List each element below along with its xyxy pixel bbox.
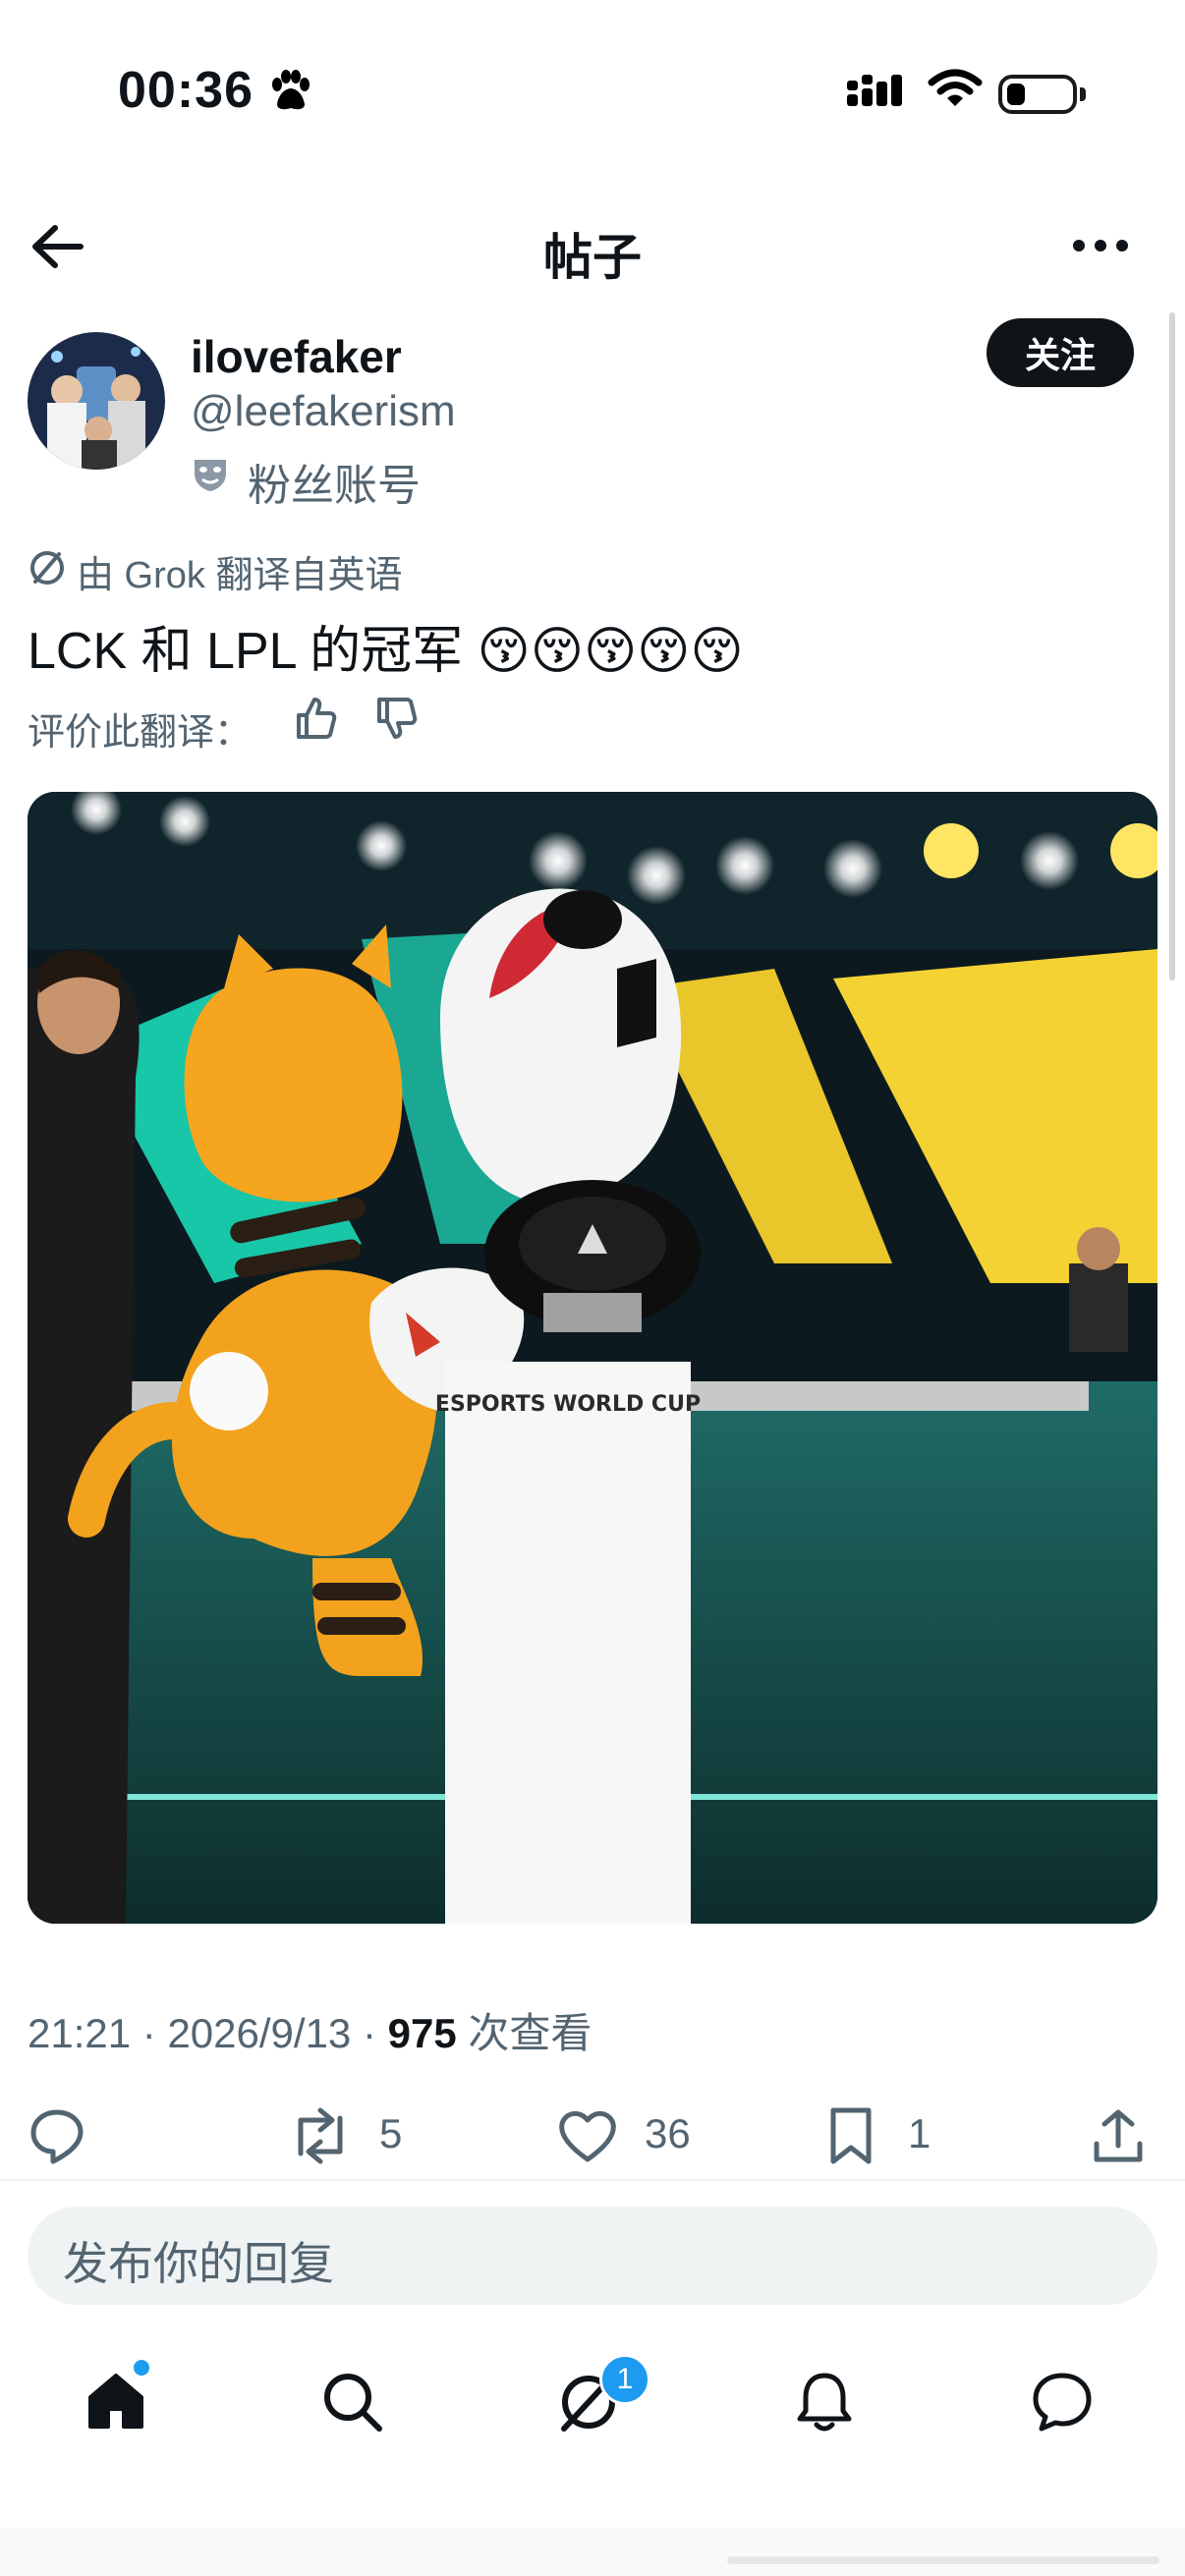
translation-label: 由 Grok 翻译自英语 (77, 555, 403, 596)
author-handle[interactable]: @leefakerism (191, 387, 456, 436)
divider (0, 2179, 1185, 2181)
heart-icon[interactable] (556, 2106, 619, 2165)
home-icon[interactable] (85, 2370, 147, 2433)
thumbs-down-icon[interactable] (373, 696, 419, 741)
scrollbar[interactable] (1169, 312, 1175, 980)
page-title: 帖子 (543, 230, 642, 285)
rate-translation-label: 评价此翻译： (28, 712, 253, 754)
signal-icon (847, 75, 902, 106)
thumbs-up-icon[interactable] (293, 696, 338, 741)
search-icon[interactable] (320, 2370, 385, 2435)
post-image[interactable]: ESPORTS WORLD CUP (28, 792, 1157, 1924)
trophy-brand-text: ESPORTS WORLD CUP (435, 1392, 701, 1417)
view-count: 975 (387, 2010, 457, 2056)
grok-icon (30, 551, 64, 585)
home-indicator[interactable] (727, 2556, 1159, 2564)
status-time: 00:36 (118, 62, 254, 119)
like-count: 36 (645, 2110, 691, 2156)
paw-icon (272, 70, 310, 110)
parody-label: 粉丝账号 (248, 462, 421, 510)
retweet-icon[interactable] (287, 2106, 354, 2165)
comment-icon[interactable] (28, 2106, 86, 2165)
retweet-count: 5 (379, 2110, 403, 2156)
parody-mask-icon (195, 460, 226, 491)
post-meta: 21:21 · 2026/9/13 · 975 次查看 (28, 2010, 592, 2056)
battery-tip (1080, 87, 1086, 101)
bookmark-icon[interactable] (825, 2106, 876, 2165)
chat-icon[interactable] (1030, 2370, 1095, 2435)
avatar[interactable] (28, 332, 165, 470)
views-label: 次查看 (468, 2010, 592, 2056)
post-time: 21:21 (28, 2010, 132, 2056)
wifi-icon (928, 69, 983, 106)
battery-indicator (998, 75, 1077, 114)
home-indicator-area (0, 2527, 1185, 2576)
follow-button[interactable]: 关注 (987, 318, 1134, 387)
bookmark-count: 1 (908, 2110, 931, 2156)
messages-badge: 1 (599, 2354, 650, 2405)
share-icon[interactable] (1091, 2106, 1146, 2165)
post-date: 2026/9/13 (167, 2010, 352, 2056)
reply-placeholder: 发布你的回复 (63, 2238, 334, 2289)
post-text: LCK 和 LPL 的冠军 😚😚😚😚😚 (28, 623, 744, 680)
home-notification-dot (134, 2360, 149, 2376)
bell-icon[interactable] (794, 2370, 855, 2435)
author-name[interactable]: ilovefaker (191, 330, 402, 383)
more-horizontal-icon[interactable] (1071, 236, 1130, 255)
